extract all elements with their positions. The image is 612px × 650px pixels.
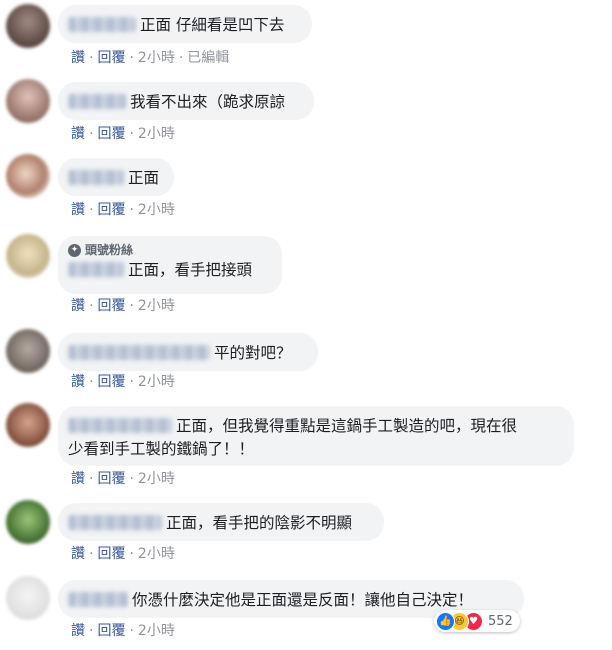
comment-text: 正面，看手把的陰影不明顯: [166, 514, 353, 532]
reply-link[interactable]: 回覆: [97, 49, 125, 67]
redacted-author-name[interactable]: [68, 94, 126, 109]
comment-actions: 讚 · 回覆 · 2小時: [71, 125, 175, 143]
separator-dot: ·: [178, 50, 184, 66]
separator-dot: ·: [89, 202, 94, 218]
separator-dot: ·: [89, 298, 94, 314]
reply-link[interactable]: 回覆: [97, 125, 125, 143]
avatar[interactable]: [6, 4, 50, 48]
comment-text: 你憑什麼決定他是正面還是反面！讓他自己決定！: [132, 591, 474, 609]
timestamp[interactable]: 2小時: [138, 125, 175, 143]
redacted-author-name[interactable]: [68, 515, 162, 530]
like-link[interactable]: 讚: [71, 297, 85, 315]
like-link[interactable]: 讚: [71, 49, 85, 67]
comment-text-line-2: 少看到手工製的鐵鍋了！！: [68, 440, 255, 458]
separator-dot: ·: [89, 623, 94, 639]
separator-dot: ·: [129, 471, 134, 487]
separator-dot: ·: [89, 374, 94, 390]
avatar[interactable]: [6, 234, 50, 278]
redacted-author-name[interactable]: [68, 592, 128, 607]
separator-dot: ·: [129, 374, 134, 390]
reaction-count: 552: [488, 613, 513, 629]
avatar[interactable]: [6, 79, 50, 123]
comment-actions: 讚 · 回覆 · 2小時: [71, 297, 175, 315]
avatar[interactable]: [6, 576, 50, 620]
comment-actions: 讚 · 回覆 · 2小時: [71, 373, 175, 391]
separator-dot: ·: [129, 546, 134, 562]
reply-link[interactable]: 回覆: [97, 201, 125, 219]
reaction-summary[interactable]: 👍 😆 ♥ 552: [434, 610, 520, 632]
redacted-author-name[interactable]: [68, 418, 172, 433]
like-link[interactable]: 讚: [71, 201, 85, 219]
like-link[interactable]: 讚: [71, 622, 85, 640]
timestamp[interactable]: 2小時: [138, 373, 175, 391]
redacted-author-name[interactable]: [68, 262, 124, 277]
like-link[interactable]: 讚: [71, 470, 85, 488]
comment-actions: 讚 · 回覆 · 2小時: [71, 201, 175, 219]
separator-dot: ·: [129, 623, 134, 639]
timestamp[interactable]: 2小時: [138, 297, 175, 315]
reply-link[interactable]: 回覆: [97, 373, 125, 391]
timestamp[interactable]: 2小時: [138, 470, 175, 488]
comment-bubble: 正面: [58, 158, 174, 196]
comment-bubble: 正面，看手把的陰影不明顯: [58, 503, 384, 541]
redacted-author-name[interactable]: [68, 170, 124, 185]
comment-text-line-1: 正面，但我覺得重點是這鍋手工製造的吧，現在很: [176, 417, 518, 435]
comment-actions: 讚 · 回覆 · 2小時: [71, 545, 175, 563]
comment-text: 正面 仔細看是凹下去: [140, 16, 285, 34]
edited-label[interactable]: 已編輯: [187, 49, 229, 67]
reply-link[interactable]: 回覆: [97, 470, 125, 488]
comment-bubble: 我看不出來（跪求原諒: [58, 82, 314, 120]
separator-dot: ·: [129, 126, 134, 142]
timestamp[interactable]: 2小時: [138, 545, 175, 563]
reply-link[interactable]: 回覆: [97, 297, 125, 315]
like-icon: 👍: [436, 611, 455, 631]
separator-dot: ·: [89, 50, 94, 66]
separator-dot: ·: [89, 126, 94, 142]
comment-actions: 讚 · 回覆 · 2小時: [71, 470, 175, 488]
comment-actions: 讚 · 回覆 · 2小時 · 已編輯: [71, 49, 229, 67]
redacted-author-name[interactable]: [68, 345, 210, 360]
separator-dot: ·: [129, 202, 134, 218]
badge-label: 頭號粉絲: [85, 243, 134, 257]
like-link[interactable]: 讚: [71, 545, 85, 563]
comment-text: 正面，看手把接頭: [128, 261, 253, 279]
avatar[interactable]: [6, 329, 50, 373]
reply-link[interactable]: 回覆: [97, 545, 125, 563]
timestamp[interactable]: 2小時: [138, 622, 175, 640]
reply-link[interactable]: 回覆: [97, 622, 125, 640]
separator-dot: ·: [89, 471, 94, 487]
timestamp[interactable]: 2小時: [138, 49, 175, 67]
like-link[interactable]: 讚: [71, 373, 85, 391]
comment-bubble: 正面，但我覺得重點是這鍋手工製造的吧，現在很 少看到手工製的鐵鍋了！！: [58, 406, 574, 466]
separator-dot: ·: [89, 546, 94, 562]
comment-actions: 讚 · 回覆 · 2小時: [71, 622, 175, 640]
avatar[interactable]: [6, 154, 50, 198]
comment-text: 正面: [128, 169, 160, 187]
comment-bubble: 平的對吧？: [58, 333, 318, 371]
redacted-author-name[interactable]: [68, 17, 136, 32]
comment-text: 平的對吧？: [214, 344, 292, 362]
comment-thread: 正面 仔細看是凹下去 讚 · 回覆 · 2小時 · 已編輯 我看不出來（跪求原諒 讚 · 回覆 ·…: [0, 0, 612, 650]
like-link[interactable]: 讚: [71, 125, 85, 143]
avatar[interactable]: [6, 403, 50, 447]
comment-text: 我看不出來（跪求原諒: [130, 93, 286, 111]
avatar[interactable]: [6, 500, 50, 544]
timestamp[interactable]: 2小時: [138, 201, 175, 219]
comment-bubble: ✦ 頭號粉絲 正面，看手把接頭: [58, 236, 282, 294]
comment-bubble: 正面 仔細看是凹下去: [58, 5, 312, 43]
separator-dot: ·: [129, 298, 134, 314]
separator-dot: ·: [129, 50, 134, 66]
top-fan-badge[interactable]: ✦ 頭號粉絲: [68, 242, 268, 258]
star-badge-icon: ✦: [68, 243, 81, 257]
